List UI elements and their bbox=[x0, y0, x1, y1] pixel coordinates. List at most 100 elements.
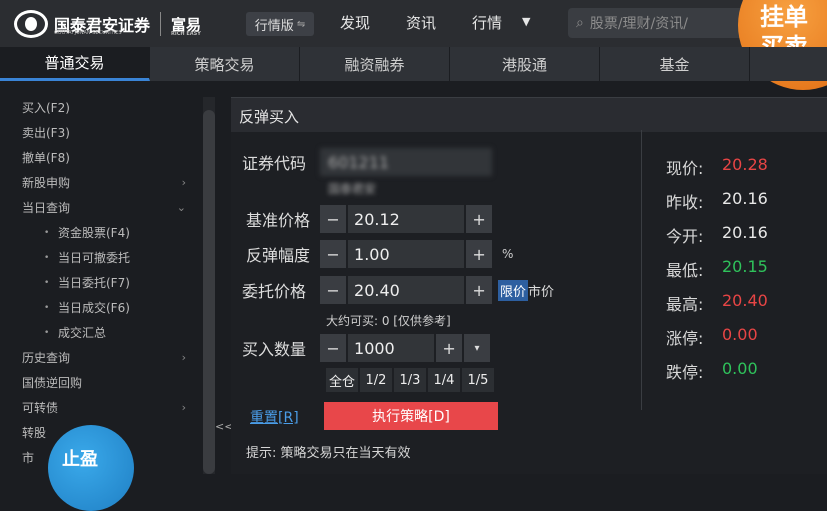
sidebar-item[interactable]: 成交汇总 bbox=[0, 320, 200, 345]
quote-row: 今开: 20.16 bbox=[666, 223, 768, 257]
sidebar-item[interactable]: 当日查询 ⌄ bbox=[0, 195, 200, 220]
rebound-row: 反弹幅度 − 1.00 + % bbox=[246, 240, 513, 268]
sidebar-item-label: 市 bbox=[22, 451, 35, 465]
fraction-half-button[interactable]: 1/2 bbox=[360, 368, 392, 392]
sidebar-item-label: 转股 bbox=[22, 426, 47, 440]
chevron-right-icon: › bbox=[181, 401, 186, 414]
top-bar: 国泰君安证券 GUOTAI JUNAN SECURITIES 富易 RICH EA… bbox=[0, 0, 827, 90]
search-placeholder: 股票/理财/资讯/ bbox=[589, 16, 688, 32]
fraction-third-button[interactable]: 1/3 bbox=[394, 368, 426, 392]
order-price-label: 委托价格 bbox=[242, 282, 307, 301]
fraction-quarter-button[interactable]: 1/4 bbox=[428, 368, 460, 392]
rebound-label: 反弹幅度 bbox=[246, 246, 311, 265]
sidebar-item[interactable]: 新股申购 › bbox=[0, 170, 200, 195]
panel-divider bbox=[641, 130, 642, 410]
quote-value: 20.16 bbox=[722, 223, 768, 242]
stock-name: 国泰君安 bbox=[328, 182, 377, 196]
fraction-buttons: 全仓 1/2 1/3 1/4 1/5 bbox=[326, 368, 496, 392]
quote-label: 昨收: bbox=[666, 193, 704, 212]
sidebar-item-label: 当日查询 bbox=[22, 201, 71, 215]
sidebar-item[interactable]: 资金股票(F4) bbox=[0, 220, 200, 245]
sidebar-item[interactable]: 卖出(F3) bbox=[0, 120, 200, 145]
base-price-plus-button[interactable]: + bbox=[466, 205, 493, 233]
quote-label: 现价: bbox=[666, 159, 704, 178]
logo-divider bbox=[160, 12, 162, 36]
take-profit-badge[interactable]: 止盈 bbox=[48, 425, 134, 511]
order-price-row: 委托价格 − 20.40 + 限价 市价 bbox=[242, 276, 554, 304]
quantity-row: 买入数量 − 1000 + ▾ bbox=[242, 334, 491, 362]
quote-row: 最低: 20.15 bbox=[666, 257, 768, 291]
sidebar-scrollbar-thumb[interactable] bbox=[203, 110, 215, 474]
tab-margin-trade[interactable]: 融资融券 bbox=[300, 47, 450, 81]
tip-text: 提示: 策略交易只在当天有效 bbox=[246, 446, 411, 461]
limit-price-option[interactable]: 限价 bbox=[498, 279, 529, 301]
sidebar-item[interactable]: 可转债 › bbox=[0, 395, 200, 420]
sidebar-item[interactable]: 当日成交(F6) bbox=[0, 295, 200, 320]
quote-row: 最高: 20.40 bbox=[666, 291, 768, 325]
sidebar-item[interactable]: 买入(F2) bbox=[0, 95, 200, 120]
quantity-input[interactable]: 1000 bbox=[348, 334, 435, 362]
tab-fund[interactable]: 基金 bbox=[600, 47, 750, 81]
order-price-plus-button[interactable]: + bbox=[466, 276, 493, 304]
quote-value: 20.15 bbox=[722, 257, 768, 276]
quote-row: 跌停: 0.00 bbox=[666, 359, 768, 393]
base-price-label: 基准价格 bbox=[246, 211, 311, 230]
panel-title: 反弹买入 bbox=[231, 98, 827, 132]
rebound-input[interactable]: 1.00 bbox=[348, 240, 465, 268]
sidebar-item[interactable]: 撤单(F8) bbox=[0, 145, 200, 170]
sidebar-item-label: 当日可撤委托 bbox=[58, 251, 131, 265]
base-price-input[interactable]: 20.12 bbox=[348, 205, 465, 233]
nav-market[interactable]: 行情 bbox=[472, 12, 522, 33]
sidebar-item[interactable]: 国债逆回购 bbox=[0, 370, 200, 395]
chevron-right-icon: › bbox=[181, 176, 186, 189]
quote-label: 最高: bbox=[666, 295, 704, 314]
fraction-all-button[interactable]: 全仓 bbox=[326, 368, 358, 392]
order-price-input[interactable]: 20.40 bbox=[348, 276, 465, 304]
sidebar-item[interactable]: 当日委托(F7) bbox=[0, 270, 200, 295]
sidebar-item-label: 可转债 bbox=[22, 401, 59, 415]
chevron-down-icon[interactable]: ▼ bbox=[522, 12, 552, 33]
nav-discover[interactable]: 发现 bbox=[340, 12, 406, 33]
sidebar-item-label: 卖出(F3) bbox=[22, 126, 70, 140]
order-price-minus-button[interactable]: − bbox=[320, 276, 347, 304]
nav-news[interactable]: 资讯 bbox=[406, 12, 472, 33]
approx-buy-text: 大约可买: 0 [仅供参考] bbox=[326, 314, 451, 328]
quote-value: 20.40 bbox=[722, 291, 768, 310]
quote-value: 20.28 bbox=[722, 155, 768, 174]
chevron-down-icon: ⌄ bbox=[176, 201, 186, 214]
quote-value: 0.00 bbox=[722, 325, 758, 344]
tab-strategy-trade[interactable]: 策略交易 bbox=[150, 47, 300, 81]
quantity-label: 买入数量 bbox=[242, 340, 307, 359]
sidebar-item[interactable]: 历史查询 › bbox=[0, 345, 200, 370]
quantity-dropdown-icon[interactable]: ▾ bbox=[464, 334, 491, 362]
search-icon: ⌕ bbox=[576, 15, 584, 31]
execute-strategy-button[interactable]: 执行策略[D] bbox=[324, 402, 498, 430]
mode-switch-button[interactable]: 行情版 ⇋ bbox=[246, 12, 314, 36]
product-name: 富易 RICH EASY bbox=[171, 15, 202, 37]
code-row: 证券代码 601211 bbox=[242, 148, 493, 176]
quantity-minus-button[interactable]: − bbox=[320, 334, 347, 362]
rebound-minus-button[interactable]: − bbox=[320, 240, 347, 268]
top-nav: 发现 资讯 行情 ▼ bbox=[340, 12, 552, 33]
switch-icon: ⇋ bbox=[296, 18, 306, 30]
quantity-plus-button[interactable]: + bbox=[436, 334, 463, 362]
market-price-option[interactable]: 市价 bbox=[528, 281, 554, 300]
quote-label: 今开: bbox=[666, 227, 704, 246]
sidebar-item-label: 当日成交(F6) bbox=[58, 301, 130, 315]
chevron-right-icon: › bbox=[181, 351, 186, 364]
rebound-plus-button[interactable]: + bbox=[466, 240, 493, 268]
reset-button[interactable]: 重置[R] bbox=[250, 407, 299, 427]
base-price-row: 基准价格 − 20.12 + bbox=[246, 205, 493, 233]
sidebar-item-label: 资金股票(F4) bbox=[58, 226, 130, 240]
fraction-fifth-button[interactable]: 1/5 bbox=[462, 368, 494, 392]
sidebar-item-label: 撤单(F8) bbox=[22, 151, 70, 165]
brand-logo[interactable]: 国泰君安证券 GUOTAI JUNAN SECURITIES 富易 RICH EA… bbox=[14, 9, 201, 39]
base-price-minus-button[interactable]: − bbox=[320, 205, 347, 233]
tab-hk-connect[interactable]: 港股通 bbox=[450, 47, 600, 81]
sidebar-item[interactable]: 当日可撤委托 bbox=[0, 245, 200, 270]
tab-normal-trade[interactable]: 普通交易 bbox=[0, 47, 150, 81]
sidebar-item-label: 新股申购 bbox=[22, 176, 71, 190]
quote-panel: 现价: 20.28 昨收: 20.16 今开: 20.16 最低: 20.15 最高: 20.40… bbox=[666, 155, 768, 393]
product-name-en: RICH EASY bbox=[171, 30, 201, 37]
code-input[interactable]: 601211 bbox=[320, 148, 493, 176]
